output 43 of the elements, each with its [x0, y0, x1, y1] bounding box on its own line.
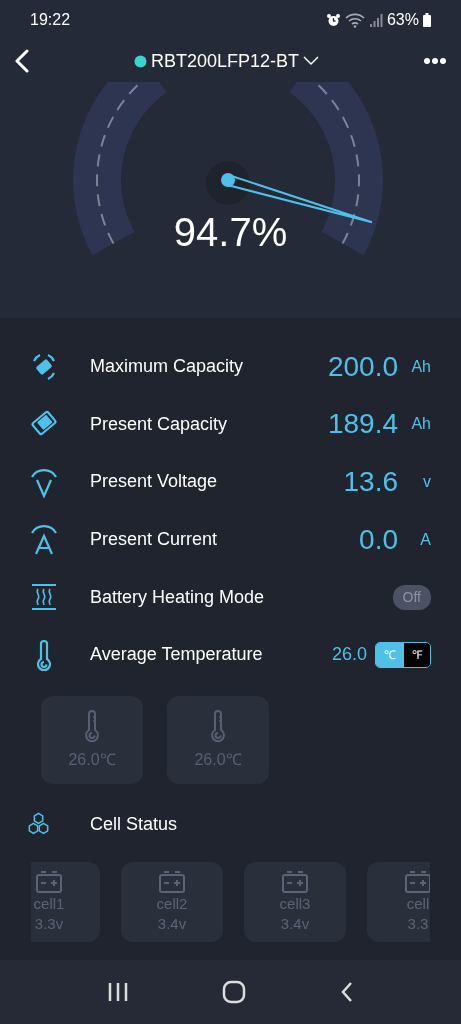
metric-label: Battery Heating Mode	[90, 585, 266, 609]
metric-value: 0.0	[359, 522, 398, 557]
battery-icon	[423, 13, 431, 27]
battery-icon	[404, 870, 430, 895]
more-icon[interactable]	[423, 57, 447, 65]
battery-icon	[281, 870, 309, 895]
metric-value: 200.0	[327, 349, 398, 384]
alarm-icon	[325, 12, 341, 28]
metric-label: Present Capacity	[90, 412, 229, 436]
cell-voltage: 3.3v	[34, 913, 64, 934]
metric-value: 189.4	[327, 407, 398, 442]
metric-unit: A	[419, 529, 431, 550]
unit-toggle[interactable]: ℉	[404, 642, 430, 667]
section-title: Cell Status	[90, 813, 179, 837]
cell-name: cell2	[156, 894, 188, 914]
metric-value: 13.6	[343, 465, 398, 499]
cell-voltage: 3.4v	[280, 913, 310, 934]
charge-percent: 94.7%	[173, 210, 288, 254]
metric-label: Present Current	[90, 528, 219, 552]
cell-voltage: 3.4v	[157, 913, 187, 934]
battery-icon	[158, 870, 186, 895]
metric-unit: Ah	[410, 414, 431, 435]
cell-name: cell	[406, 894, 430, 914]
battery-percent: 63%	[386, 10, 419, 30]
recent-apps-icon[interactable]	[106, 981, 129, 1003]
metric-unit: Ah	[410, 356, 431, 377]
cell-name: cell3	[279, 894, 311, 914]
metric-label: Present Voltage	[90, 470, 219, 494]
status-dot-icon	[133, 54, 147, 68]
wifi-icon	[344, 12, 365, 28]
chevron-down-icon[interactable]	[303, 56, 320, 66]
metric-label: Average Temperature	[90, 643, 264, 667]
signal-icon	[368, 13, 383, 27]
metric-value: 26.0	[331, 643, 367, 667]
metric-label: Maximum Capacity	[90, 355, 245, 379]
status-time: 19:22	[30, 10, 71, 30]
metric-unit: v	[422, 472, 431, 492]
cell-voltage: 3.3	[407, 913, 429, 934]
device-name[interactable]: RBT200LFP12-BT	[150, 47, 300, 75]
battery-icon	[35, 870, 63, 895]
home-icon[interactable]	[221, 980, 246, 1004]
back-icon[interactable]	[14, 49, 30, 73]
cell-name: cell1	[33, 894, 65, 914]
